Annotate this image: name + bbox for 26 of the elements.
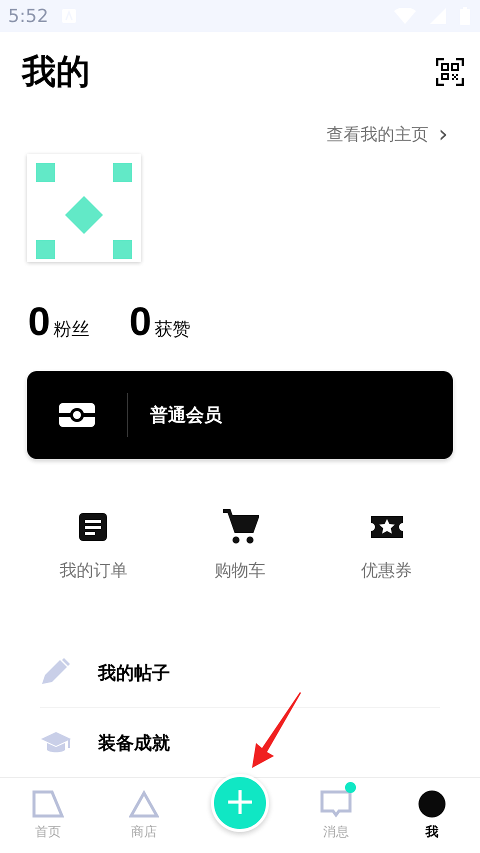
stat-count: 0 bbox=[129, 300, 152, 345]
trapezoid-icon bbox=[32, 790, 64, 818]
nav-tab[interactable]: 商店 bbox=[96, 778, 192, 853]
card-icon bbox=[59, 403, 95, 427]
membership-card[interactable]: 普通会员 bbox=[27, 371, 453, 459]
status-time: 5:52 bbox=[8, 6, 48, 26]
stat-label: 获赞 bbox=[154, 318, 190, 341]
nav-tab[interactable]: 首页 bbox=[0, 778, 96, 853]
cart-icon bbox=[220, 508, 259, 546]
avatar-icon bbox=[418, 790, 446, 818]
chat-bubble-icon bbox=[320, 790, 352, 818]
membership-label: 普通会员 bbox=[150, 404, 222, 427]
nav-tab[interactable]: 消息 bbox=[288, 778, 384, 853]
shortcut-button[interactable]: 优惠券 bbox=[313, 507, 460, 582]
shortcut-button[interactable]: 我的订单 bbox=[20, 507, 167, 582]
document-icon bbox=[78, 512, 108, 542]
triangle-icon bbox=[129, 790, 159, 818]
homepage-link[interactable]: 查看我的主页 › bbox=[326, 122, 448, 146]
page-title: 我的 bbox=[22, 51, 90, 94]
ticket-star-icon bbox=[370, 514, 403, 540]
nav-tab[interactable]: 我 bbox=[384, 778, 480, 853]
stat-label: 粉丝 bbox=[53, 318, 90, 341]
stat-count: 0 bbox=[28, 300, 50, 345]
menu-item[interactable]: 我的帖子 bbox=[40, 638, 440, 708]
shortcut-button[interactable]: 购物车 bbox=[166, 507, 314, 582]
qr-scan-icon[interactable] bbox=[436, 58, 464, 86]
